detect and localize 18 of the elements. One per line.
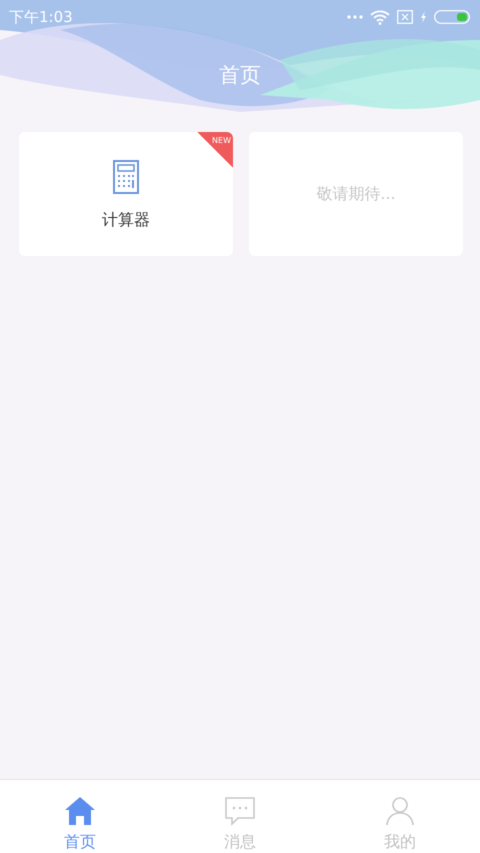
coming-soon-text: 敬请期待...: [316, 184, 396, 204]
more-icon: [347, 15, 363, 19]
no-sim-icon: [397, 10, 413, 24]
home-icon: [64, 796, 96, 826]
status-time: 下午1:03: [9, 8, 73, 26]
nav-tab[interactable]: 我的: [320, 780, 480, 853]
wifi-icon: [370, 10, 390, 24]
nav-tab[interactable]: 消息: [160, 780, 320, 853]
nav-tab[interactable]: 首页: [0, 780, 160, 853]
new-ribbon: NEW: [197, 132, 233, 168]
battery-icon: [434, 10, 470, 24]
calculator-card[interactable]: 计算器 NEW: [19, 132, 233, 256]
person-icon: [384, 796, 416, 826]
card-label: 计算器: [102, 210, 150, 230]
calculator-icon: [113, 160, 139, 194]
page-title: 首页: [218, 62, 262, 89]
message-icon: [224, 796, 256, 826]
charging-icon: [420, 11, 427, 23]
